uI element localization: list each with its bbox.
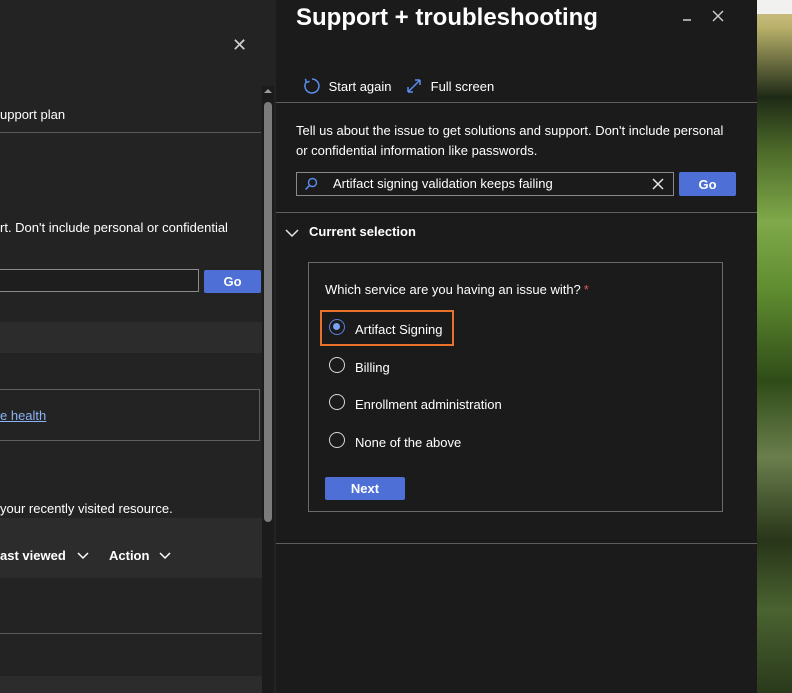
service-question-card	[308, 262, 723, 512]
background-search-input[interactable]	[0, 269, 199, 292]
service-question: Which service are you having an issue wi…	[325, 282, 589, 297]
go-button[interactable]: Go	[679, 172, 736, 196]
option-billing[interactable]	[329, 357, 345, 373]
column-header-last-viewed[interactable]: ast viewed	[0, 548, 89, 563]
background-divider	[0, 132, 261, 133]
issue-search-value: Artifact signing validation keeps failin…	[333, 176, 553, 191]
panel-description: Tell us about the issue to get solutions…	[296, 123, 724, 158]
next-button[interactable]: Next	[325, 477, 405, 500]
option-label-none-of-the-above[interactable]: None of the above	[355, 435, 461, 450]
background-health-link[interactable]: e health	[0, 408, 46, 423]
panel-title: Support + troubleshooting	[296, 4, 598, 31]
minimize-icon	[683, 19, 691, 21]
search-icon	[304, 177, 318, 191]
option-label-billing[interactable]: Billing	[355, 360, 390, 375]
background-scroll-thumb[interactable]	[264, 102, 272, 522]
start-again-button[interactable]: Start again	[303, 77, 392, 95]
chevron-down-icon	[285, 229, 299, 238]
desktop-wallpaper	[757, 0, 792, 693]
background-close-icon[interactable]: ✕	[232, 35, 247, 56]
required-marker: *	[583, 282, 589, 297]
minimize-button[interactable]	[680, 6, 698, 26]
radio-unselected[interactable]	[329, 357, 345, 373]
background-recent-text: your recently visited resource.	[0, 501, 173, 516]
current-selection-header[interactable]: Current selection	[309, 224, 416, 239]
background-description: rt. Don't include personal or confidenti…	[0, 220, 228, 235]
desktop-wallpaper-sky	[757, 0, 792, 14]
collapse-section-button[interactable]	[285, 225, 301, 239]
chevron-down-icon	[159, 552, 171, 560]
close-button[interactable]	[711, 9, 729, 27]
bottom-divider	[276, 543, 757, 544]
option-none-of-the-above[interactable]	[329, 432, 345, 448]
option-label-enrollment-administration[interactable]: Enrollment administration	[355, 397, 502, 412]
column-header-action[interactable]: Action	[109, 548, 171, 563]
close-icon	[712, 10, 724, 22]
clear-search-icon[interactable]	[651, 177, 665, 191]
selection-highlight	[320, 310, 454, 346]
background-go-button[interactable]: Go	[204, 270, 261, 293]
scroll-up-icon[interactable]	[263, 86, 273, 96]
toolbar-divider	[276, 102, 757, 103]
section-divider	[276, 212, 757, 213]
background-support-plan-text: upport plan	[0, 107, 66, 122]
expand-icon	[407, 79, 421, 93]
background-band	[0, 676, 262, 693]
radio-unselected[interactable]	[329, 394, 345, 410]
option-enrollment-administration[interactable]	[329, 394, 345, 410]
refresh-icon	[304, 78, 320, 94]
chevron-down-icon	[77, 552, 89, 560]
background-band	[0, 322, 262, 353]
radio-unselected[interactable]	[329, 432, 345, 448]
background-divider	[0, 633, 262, 634]
full-screen-button[interactable]: Full screen	[405, 77, 494, 95]
